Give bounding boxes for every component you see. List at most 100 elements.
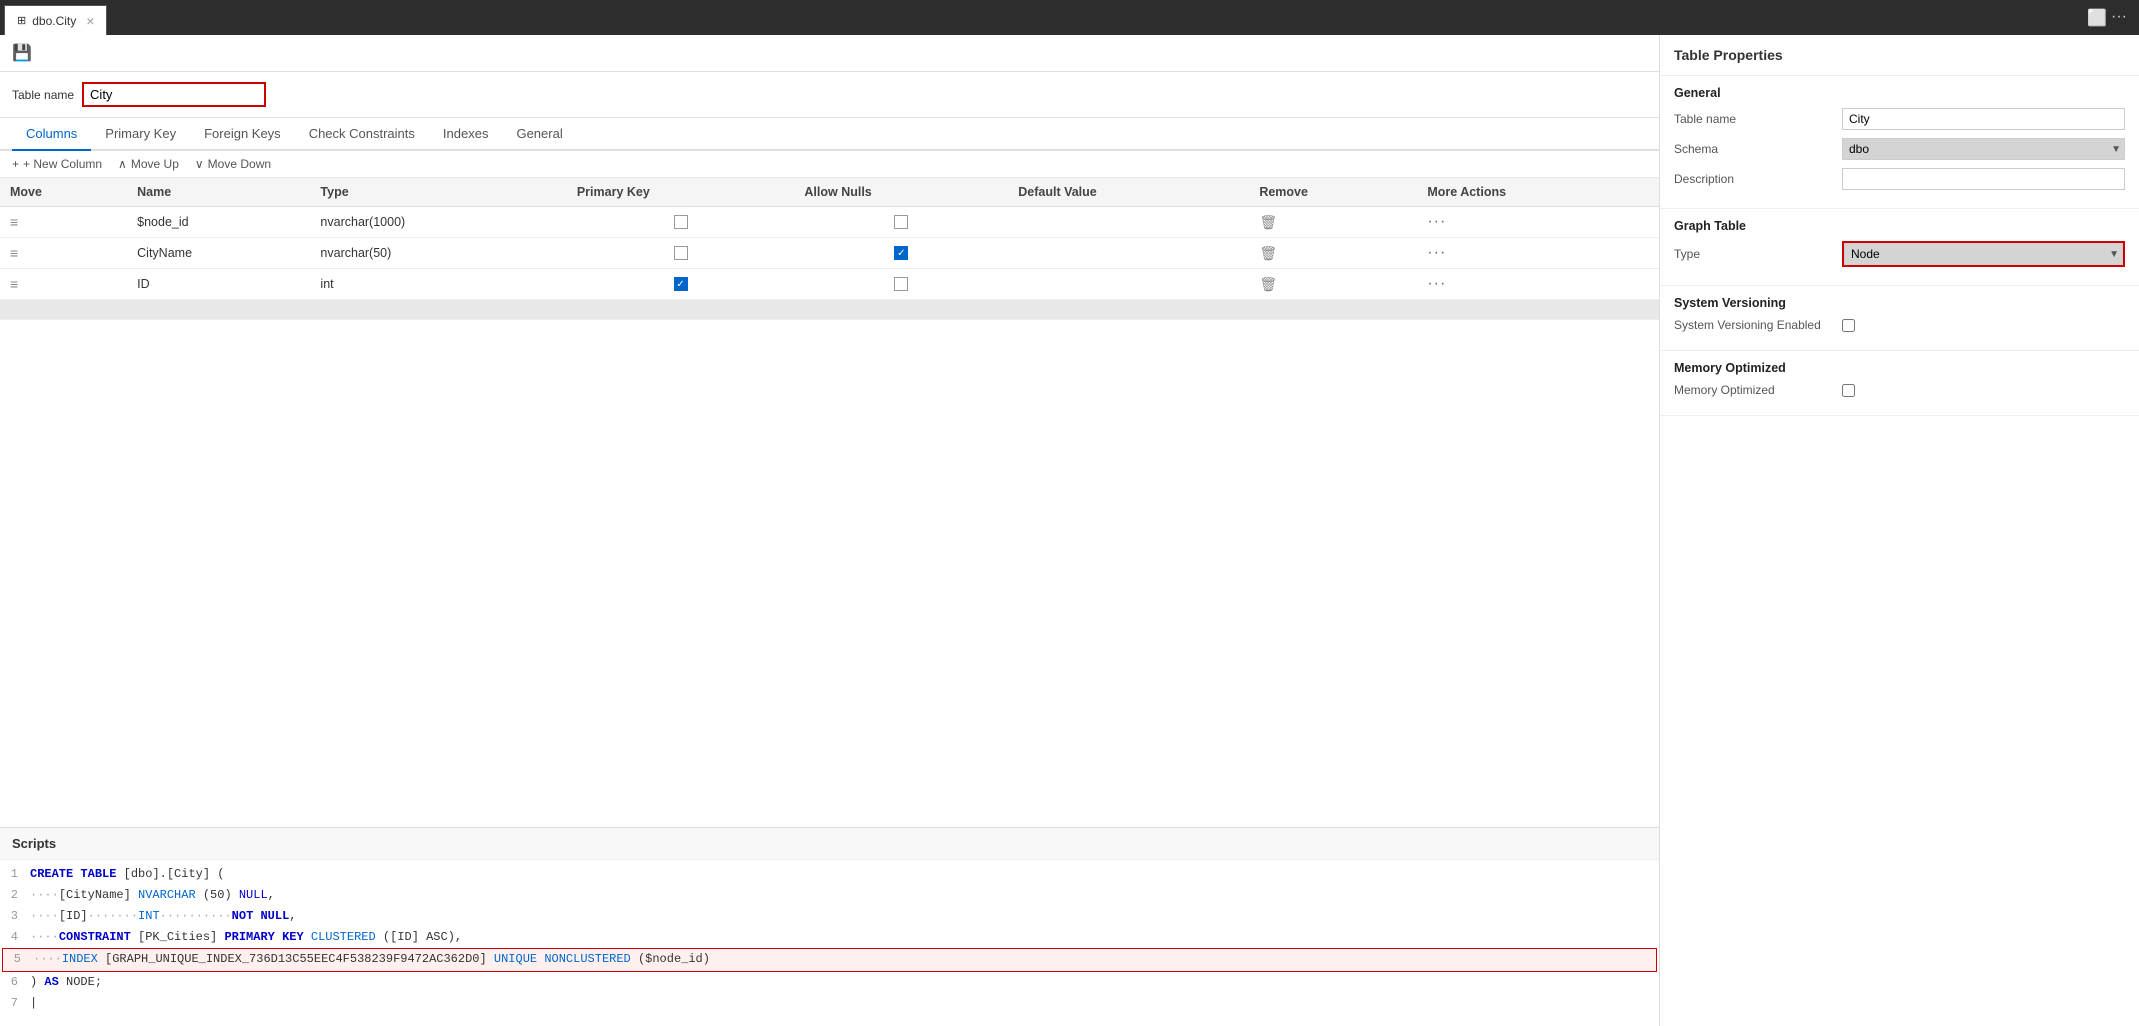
memory-optimized-title: Memory Optimized	[1674, 361, 2125, 375]
move-down-button[interactable]: ∨ Move Down	[195, 157, 271, 171]
scripts-body: 1 CREATE TABLE [dbo].[City] ( 2 ····[Cit…	[0, 859, 1659, 1026]
allow-nulls-checkbox[interactable]	[894, 215, 908, 229]
table-row: ≡ ID int 🗑 ···	[0, 269, 1659, 300]
prop-label-type: Type	[1674, 247, 1834, 261]
move-up-button[interactable]: ∧ Move Up	[118, 157, 179, 171]
memory-optimized-section: Memory Optimized Memory Optimized	[1660, 351, 2139, 416]
more-options-icon[interactable]: ···	[2111, 8, 2127, 28]
move-cell: ≡	[0, 269, 127, 300]
table-row: ≡ $node_id nvarchar(1000) 🗑 ···	[0, 207, 1659, 238]
system-versioning-checkbox[interactable]	[1842, 319, 1855, 332]
move-cell: ≡	[0, 207, 127, 238]
primary-key-checkbox[interactable]	[674, 246, 688, 260]
default-value-cell	[1008, 207, 1249, 238]
tab-label: dbo.City	[32, 14, 76, 28]
line-number: 1	[0, 865, 30, 884]
default-value-cell	[1008, 238, 1249, 269]
line-number: 5	[3, 950, 33, 969]
schema-select-wrapper: dbo ▼	[1842, 138, 2125, 160]
table-name-input[interactable]	[84, 84, 264, 105]
system-versioning-section: System Versioning System Versioning Enab…	[1660, 286, 2139, 351]
right-panel: Table Properties General Table name Sche…	[1659, 35, 2139, 1026]
line-content: |	[30, 994, 1659, 1013]
right-panel-title: Table Properties	[1660, 35, 2139, 76]
schema-select[interactable]: dbo	[1842, 138, 2125, 160]
allow-nulls-checkbox[interactable]	[894, 277, 908, 291]
allow-nulls-checkbox[interactable]	[894, 246, 908, 260]
col-header-type: Type	[310, 178, 566, 207]
col-header-allow-nulls: Allow Nulls	[794, 178, 1008, 207]
more-actions-icon[interactable]: ···	[1427, 244, 1446, 261]
type-cell: nvarchar(50)	[310, 238, 566, 269]
line-number: 2	[0, 886, 30, 905]
type-select[interactable]: Node Edge None	[1844, 243, 2123, 265]
tab-dbo-city[interactable]: ⊞ dbo.City ×	[4, 5, 107, 35]
toolbar: 💾	[0, 35, 1659, 72]
new-column-label: + New Column	[23, 157, 102, 171]
primary-key-checkbox[interactable]	[674, 277, 688, 291]
tab-bar: ⊞ dbo.City × ⬜ ···	[0, 0, 2139, 35]
primary-key-checkbox[interactable]	[674, 215, 688, 229]
tab-primary-key[interactable]: Primary Key	[91, 118, 190, 151]
prop-input-table-name[interactable]	[1842, 108, 2125, 130]
scripts-header: Scripts	[0, 828, 1659, 859]
tab-close-button[interactable]: ×	[86, 13, 94, 29]
prop-row-system-versioning-enabled: System Versioning Enabled	[1674, 318, 2125, 332]
prop-row-type: Type Node Edge None ▼	[1674, 241, 2125, 267]
script-line-3: 3 ····[ID]·······INT··········NOT NULL,	[0, 906, 1659, 927]
tab-check-constraints[interactable]: Check Constraints	[295, 118, 429, 151]
prop-label-schema: Schema	[1674, 142, 1834, 156]
prop-row-schema: Schema dbo ▼	[1674, 138, 2125, 160]
script-line-1: 1 CREATE TABLE [dbo].[City] (	[0, 864, 1659, 885]
new-column-button[interactable]: + + New Column	[12, 157, 102, 171]
more-actions-cell: ···	[1417, 269, 1659, 300]
allow-nulls-cell	[794, 238, 1008, 269]
scripts-section: Scripts 1 CREATE TABLE [dbo].[City] ( 2 …	[0, 827, 1659, 1026]
save-button[interactable]: 💾	[12, 45, 32, 62]
line-content: ····[CityName] NVARCHAR (50) NULL,	[30, 886, 1659, 905]
col-header-name: Name	[127, 178, 310, 207]
left-panel: 💾 Table name Columns Primary Key Foreign…	[0, 35, 1659, 1026]
delete-row-icon[interactable]: 🗑	[1259, 276, 1277, 292]
default-value-cell	[1008, 269, 1249, 300]
delete-row-icon[interactable]: 🗑	[1259, 245, 1277, 261]
more-actions-cell: ···	[1417, 238, 1659, 269]
more-actions-icon[interactable]: ···	[1427, 213, 1446, 230]
drag-handle-icon[interactable]: ≡	[10, 245, 18, 261]
table-row: ≡ CityName nvarchar(50) 🗑 ···	[0, 238, 1659, 269]
primary-key-cell	[567, 269, 795, 300]
name-cell: $node_id	[127, 207, 310, 238]
more-actions-icon[interactable]: ···	[1427, 275, 1446, 292]
chevron-down-icon: ∨	[195, 157, 204, 171]
script-line-4: 4 ····CONSTRAINT [PK_Cities] PRIMARY KEY…	[0, 927, 1659, 948]
columns-table-container: Move Name Type Primary Key Allow Nulls D…	[0, 178, 1659, 827]
move-up-label: Move Up	[131, 157, 179, 171]
line-content: ····[ID]·······INT··········NOT NULL,	[30, 907, 1659, 926]
remove-cell: 🗑	[1249, 269, 1417, 300]
split-view-icon[interactable]: ⬜	[2087, 8, 2107, 28]
memory-optimized-checkbox[interactable]	[1842, 384, 1855, 397]
tab-indexes[interactable]: Indexes	[429, 118, 503, 151]
delete-row-icon[interactable]: 🗑	[1259, 214, 1277, 230]
script-line-6: 6 ) AS NODE;	[0, 972, 1659, 993]
col-header-more-actions: More Actions	[1417, 178, 1659, 207]
line-number: 6	[0, 973, 30, 992]
more-actions-cell: ···	[1417, 207, 1659, 238]
prop-row-table-name: Table name	[1674, 108, 2125, 130]
graph-table-title: Graph Table	[1674, 219, 2125, 233]
system-versioning-title: System Versioning	[1674, 296, 2125, 310]
remove-cell: 🗑	[1249, 238, 1417, 269]
drag-handle-icon[interactable]: ≡	[10, 276, 18, 292]
drag-handle-icon[interactable]: ≡	[10, 214, 18, 230]
tab-columns[interactable]: Columns	[12, 118, 91, 151]
table-icon: ⊞	[17, 14, 26, 27]
tab-general[interactable]: General	[502, 118, 576, 151]
tab-actions[interactable]: ⬜ ···	[2079, 8, 2135, 28]
line-content: ) AS NODE;	[30, 973, 1659, 992]
primary-key-cell	[567, 207, 795, 238]
tab-foreign-keys[interactable]: Foreign Keys	[190, 118, 295, 151]
general-section-title: General	[1674, 86, 2125, 100]
prop-input-description[interactable]	[1842, 168, 2125, 190]
table-name-label: Table name	[12, 88, 74, 102]
type-cell: int	[310, 269, 566, 300]
